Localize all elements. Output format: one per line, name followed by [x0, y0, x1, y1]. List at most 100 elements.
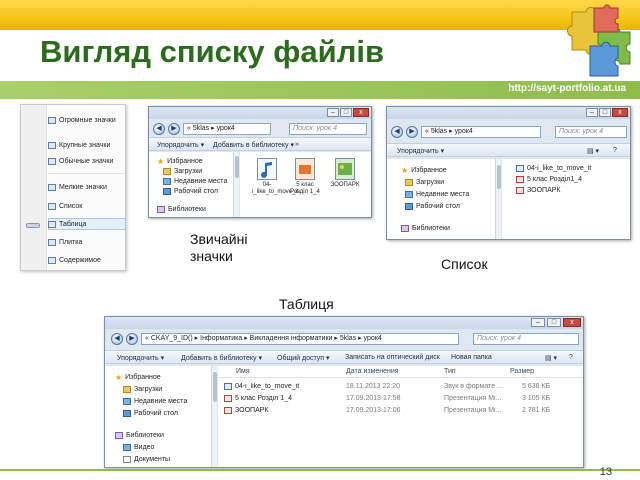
- nav-downloads[interactable]: Загрузки: [163, 168, 202, 175]
- command-bar: Упорядочить ▾ Добавить в библиотеку ▾ Об…: [105, 350, 583, 364]
- nav-favorites[interactable]: ★ Избранное: [115, 374, 161, 382]
- back-arrow-icon[interactable]: ◀: [153, 123, 165, 135]
- address-bar[interactable]: « 5klas ▸ урок4: [183, 123, 271, 135]
- back-arrow-icon[interactable]: ◀: [111, 333, 123, 345]
- nav-desktop[interactable]: Рабочий стол: [123, 410, 178, 417]
- nav-scrollbar[interactable]: [211, 366, 217, 467]
- maximize-button[interactable]: □: [340, 108, 352, 117]
- library-icon: [157, 206, 165, 213]
- nav-scrollbar[interactable]: [495, 159, 501, 239]
- maximize-button[interactable]: □: [599, 108, 611, 117]
- file-item[interactable]: ЗООПАРК: [330, 158, 360, 189]
- close-button[interactable]: x: [563, 318, 581, 327]
- explorer-window-icons[interactable]: – □ x ◀ ▶ « 5klas ▸ урок4 Поиск: урок 4 …: [148, 106, 372, 218]
- scroll-thumb[interactable]: [497, 165, 501, 189]
- forward-arrow-icon[interactable]: ▶: [406, 126, 418, 138]
- scroll-thumb[interactable]: [213, 372, 217, 402]
- scroll-thumb[interactable]: [235, 156, 239, 178]
- menu-item-list[interactable]: Список: [48, 201, 82, 212]
- nav-libraries[interactable]: Библиотеки: [401, 225, 450, 232]
- nav-libraries[interactable]: Библиотеки: [115, 432, 164, 439]
- image-icon: [335, 158, 355, 180]
- search-input[interactable]: Поиск: урок 4: [473, 333, 579, 345]
- cell-date: 17.09.2013 17:06: [346, 407, 401, 414]
- menu-item-small-icons[interactable]: Мелкие значки: [48, 182, 107, 193]
- forward-arrow-icon[interactable]: ▶: [168, 123, 180, 135]
- menu-item-content[interactable]: Содержимое: [48, 255, 101, 266]
- file-item[interactable]: 04-i_like_to_move_it: [516, 165, 591, 172]
- nav-recent-places[interactable]: Недавние места: [123, 398, 187, 405]
- presentation-icon: [295, 158, 315, 180]
- nav-desktop[interactable]: Рабочий стол: [405, 203, 460, 210]
- nav-favorites[interactable]: ★ Избранное: [401, 166, 447, 175]
- minimize-button[interactable]: –: [327, 108, 339, 117]
- help-icon[interactable]: ?: [569, 354, 573, 361]
- column-header-type[interactable]: Тип: [444, 368, 456, 375]
- file-item[interactable]: 04-i_like_to_move_it: [252, 158, 298, 196]
- column-header-date[interactable]: Дата изменения: [346, 368, 399, 375]
- organize-button[interactable]: Упорядочить ▾: [397, 147, 444, 155]
- explorer-window-details[interactable]: – □ x ◀ ▶ « CKAY_9_ID() ▸ Інформатика ▸ …: [104, 316, 584, 468]
- nav-video[interactable]: Видео: [123, 444, 154, 451]
- star-icon: ★: [401, 166, 409, 175]
- window-titlebar[interactable]: – □ x: [387, 107, 630, 119]
- nav-favorites[interactable]: ★ Избранное: [157, 158, 203, 166]
- music-icon: [516, 165, 524, 172]
- explorer-window-list[interactable]: – □ x ◀ ▶ « 5klas ▸ урок4 Поиск: урок 4 …: [386, 106, 631, 240]
- minimize-button[interactable]: –: [531, 318, 545, 327]
- site-url[interactable]: http://sayt-portfolio.at.ua: [508, 83, 626, 94]
- address-bar[interactable]: « 5klas ▸ урок4: [421, 126, 541, 138]
- cell-name: 04-i_like_to_move_it: [235, 383, 300, 390]
- close-button[interactable]: x: [353, 108, 369, 117]
- organize-button[interactable]: Упорядочить ▾: [157, 141, 204, 149]
- page-number: 13: [599, 466, 612, 478]
- nav-downloads[interactable]: Загрузки: [123, 386, 162, 393]
- nav-scrollbar[interactable]: [233, 152, 239, 217]
- nav-libraries[interactable]: Библиотеки: [157, 206, 206, 213]
- nav-desktop[interactable]: Рабочий стол: [163, 188, 218, 195]
- menu-item-details[interactable]: Таблица: [48, 219, 86, 230]
- library-icon: [401, 225, 409, 232]
- view-options-button[interactable]: ▤ ▾: [587, 147, 599, 155]
- add-to-library-button[interactable]: Добавить в библиотеку ▾: [181, 354, 262, 362]
- address-bar[interactable]: « CKAY_9_ID() ▸ Інформатика ▸ Викладення…: [141, 333, 459, 345]
- menu-slider-strip: [21, 105, 47, 270]
- view-slider-knob[interactable]: [26, 223, 40, 228]
- search-input[interactable]: Поиск: урок 4: [555, 126, 627, 138]
- help-icon[interactable]: ?: [613, 147, 617, 154]
- nav-downloads[interactable]: Загрузки: [405, 179, 444, 186]
- maximize-button[interactable]: □: [547, 318, 561, 327]
- share-button[interactable]: Общий доступ ▾: [277, 354, 330, 362]
- cell-name: ЗООПАРК: [235, 407, 269, 414]
- window-titlebar[interactable]: – □ x: [105, 317, 583, 329]
- pdf-icon: [224, 395, 232, 402]
- organize-button[interactable]: Упорядочить ▾: [117, 354, 164, 362]
- burn-disc-button[interactable]: Записать на оптический диск: [345, 354, 440, 361]
- file-item[interactable]: 5 клас Розділ1_4: [516, 176, 582, 183]
- menu-item-large-icons[interactable]: Крупные значки: [48, 140, 110, 151]
- nav-recent-places[interactable]: Недавние места: [163, 178, 227, 185]
- minimize-button[interactable]: –: [586, 108, 598, 117]
- new-folder-button[interactable]: Новая папка: [451, 354, 492, 361]
- library-icon: [115, 432, 123, 439]
- nav-documents[interactable]: Документы: [123, 456, 170, 463]
- navigation-pane: ★ Избранное Загрузки Недавние места Рабоч…: [149, 152, 233, 217]
- window-titlebar[interactable]: – □ x: [149, 107, 371, 119]
- column-header-size[interactable]: Размер: [510, 368, 534, 375]
- nav-recent-places[interactable]: Недавние места: [405, 191, 469, 198]
- menu-item-medium-icons[interactable]: Обычные значки: [48, 156, 113, 167]
- forward-arrow-icon[interactable]: ▶: [126, 333, 138, 345]
- add-to-library-button[interactable]: Добавить в библиотеку ▾: [213, 141, 294, 149]
- menu-item-tiles[interactable]: Плитка: [48, 237, 82, 248]
- large-icons-icon: [48, 142, 56, 149]
- search-input[interactable]: Поиск: урок 4: [289, 123, 367, 135]
- close-button[interactable]: x: [612, 108, 628, 117]
- view-options-button[interactable]: ▤ ▾: [545, 354, 557, 362]
- more-commands-button[interactable]: »: [295, 141, 299, 148]
- file-item[interactable]: ЗООПАРК: [516, 187, 561, 194]
- menu-item-huge-icons[interactable]: Огромные значки: [48, 115, 116, 126]
- file-item[interactable]: 5 клас Розділ 1_4: [290, 158, 320, 196]
- view-mode-menu[interactable]: Огромные значки Крупные значки Обычные з…: [20, 104, 126, 271]
- back-arrow-icon[interactable]: ◀: [391, 126, 403, 138]
- column-header-name[interactable]: Имя: [236, 368, 250, 375]
